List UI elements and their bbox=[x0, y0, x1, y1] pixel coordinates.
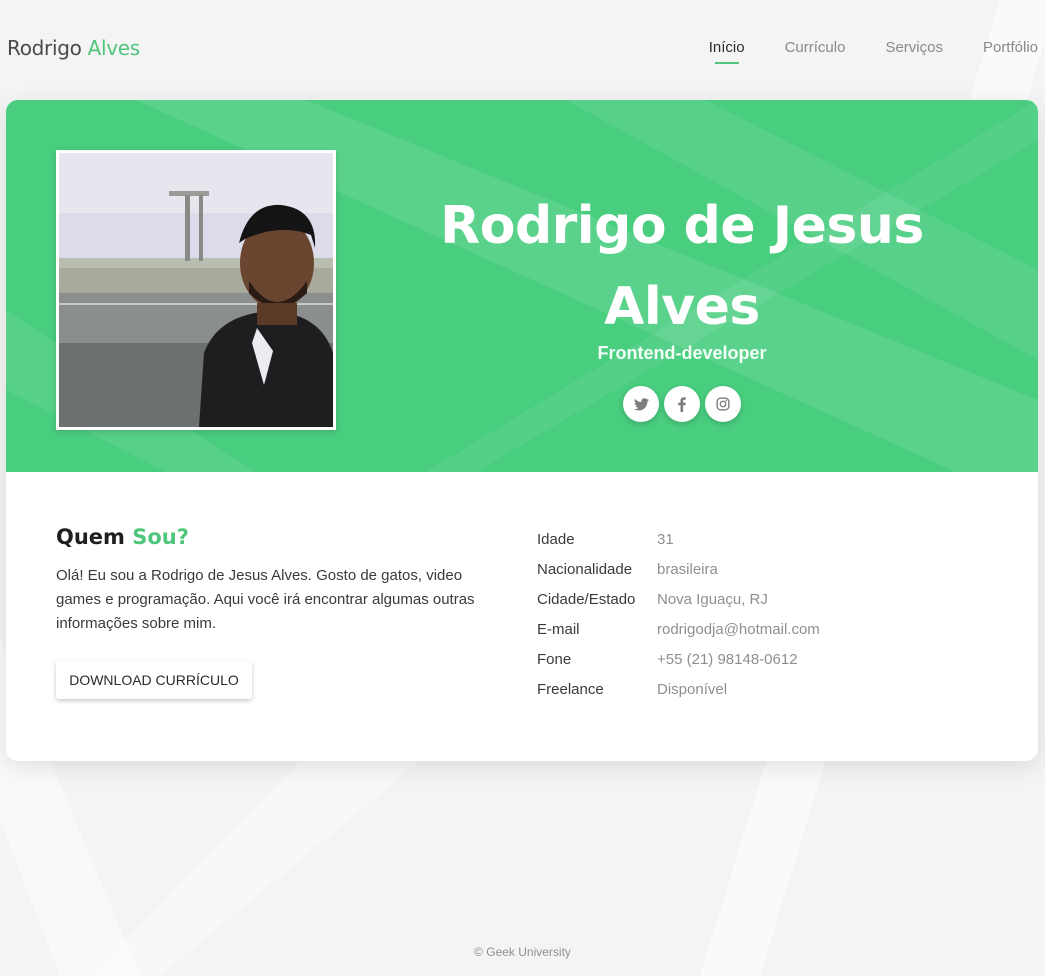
info-row-fone: Fone +55 (21) 98148-0612 bbox=[537, 644, 820, 674]
top-navbar: Rodrigo Alves Início Currículo Serviços … bbox=[0, 0, 1045, 100]
about-title: Quem Sou? bbox=[56, 525, 189, 549]
hero-banner: Rodrigo de Jesus Alves Frontend-develope… bbox=[6, 100, 1038, 472]
profile-photo-image bbox=[59, 153, 333, 427]
profile-photo bbox=[56, 150, 336, 430]
brand-last-name: Alves bbox=[87, 36, 141, 60]
instagram-icon bbox=[716, 397, 730, 411]
info-value: Disponível bbox=[657, 680, 728, 698]
nav-item-servicos[interactable]: Serviços bbox=[885, 39, 943, 56]
info-value: Nova Iguaçu, RJ bbox=[657, 590, 768, 608]
hero-name-line-2: Alves bbox=[604, 277, 760, 337]
info-value: brasileira bbox=[657, 560, 718, 578]
profile-card: Rodrigo de Jesus Alves Frontend-develope… bbox=[6, 100, 1038, 761]
social-links bbox=[623, 386, 746, 422]
info-row-nacionalidade: Nacionalidade brasileira bbox=[537, 554, 820, 584]
info-label: Freelance bbox=[537, 680, 604, 698]
twitter-link[interactable] bbox=[623, 386, 659, 422]
info-label: Nacionalidade bbox=[537, 560, 633, 578]
info-row-email: E-mail rodrigodja@hotmail.com bbox=[537, 614, 820, 644]
info-row-idade: Idade 31 bbox=[537, 524, 820, 554]
about-title-first: Quem bbox=[56, 525, 125, 549]
main-nav: Início Currículo Serviços Portfólio bbox=[669, 39, 1038, 64]
facebook-icon bbox=[678, 396, 686, 412]
twitter-icon bbox=[633, 397, 649, 410]
download-cv-button[interactable]: DOWNLOAD CURRÍCULO bbox=[56, 661, 252, 699]
info-row-cidade-estado: Cidade/Estado Nova Iguaçu, RJ bbox=[537, 584, 820, 614]
facebook-link[interactable] bbox=[664, 386, 700, 422]
nav-item-inicio[interactable]: Início bbox=[709, 39, 745, 64]
info-value: rodrigodja@hotmail.com bbox=[657, 620, 820, 638]
nav-item-curriculo[interactable]: Currículo bbox=[785, 39, 846, 56]
personal-info-list: Idade 31 Nacionalidade brasileira Cidade… bbox=[537, 524, 820, 704]
info-value: +55 (21) 98148-0612 bbox=[657, 650, 798, 668]
nav-item-portfolio[interactable]: Portfólio bbox=[983, 39, 1038, 56]
info-row-freelance: Freelance Disponível bbox=[537, 674, 820, 704]
info-label: Idade bbox=[537, 530, 575, 548]
hero-role: Frontend-developer bbox=[597, 343, 767, 363]
info-label: Fone bbox=[537, 650, 572, 668]
footer-copyright: © Geek University bbox=[474, 945, 571, 959]
info-label: Cidade/Estado bbox=[537, 590, 636, 608]
about-text: Olá! Eu sou a Rodrigo de Jesus Alves. Go… bbox=[56, 567, 475, 632]
brand-first-name: Rodrigo bbox=[7, 36, 82, 60]
hero-name: Rodrigo de Jesus Alves bbox=[386, 186, 978, 348]
hero-name-line-1: Rodrigo de Jesus bbox=[440, 196, 924, 256]
instagram-link[interactable] bbox=[705, 386, 741, 422]
info-value: 31 bbox=[657, 530, 674, 548]
brand-logo[interactable]: Rodrigo Alves bbox=[7, 36, 140, 60]
info-label: E-mail bbox=[537, 620, 580, 638]
about-title-accent: Sou? bbox=[132, 525, 189, 549]
